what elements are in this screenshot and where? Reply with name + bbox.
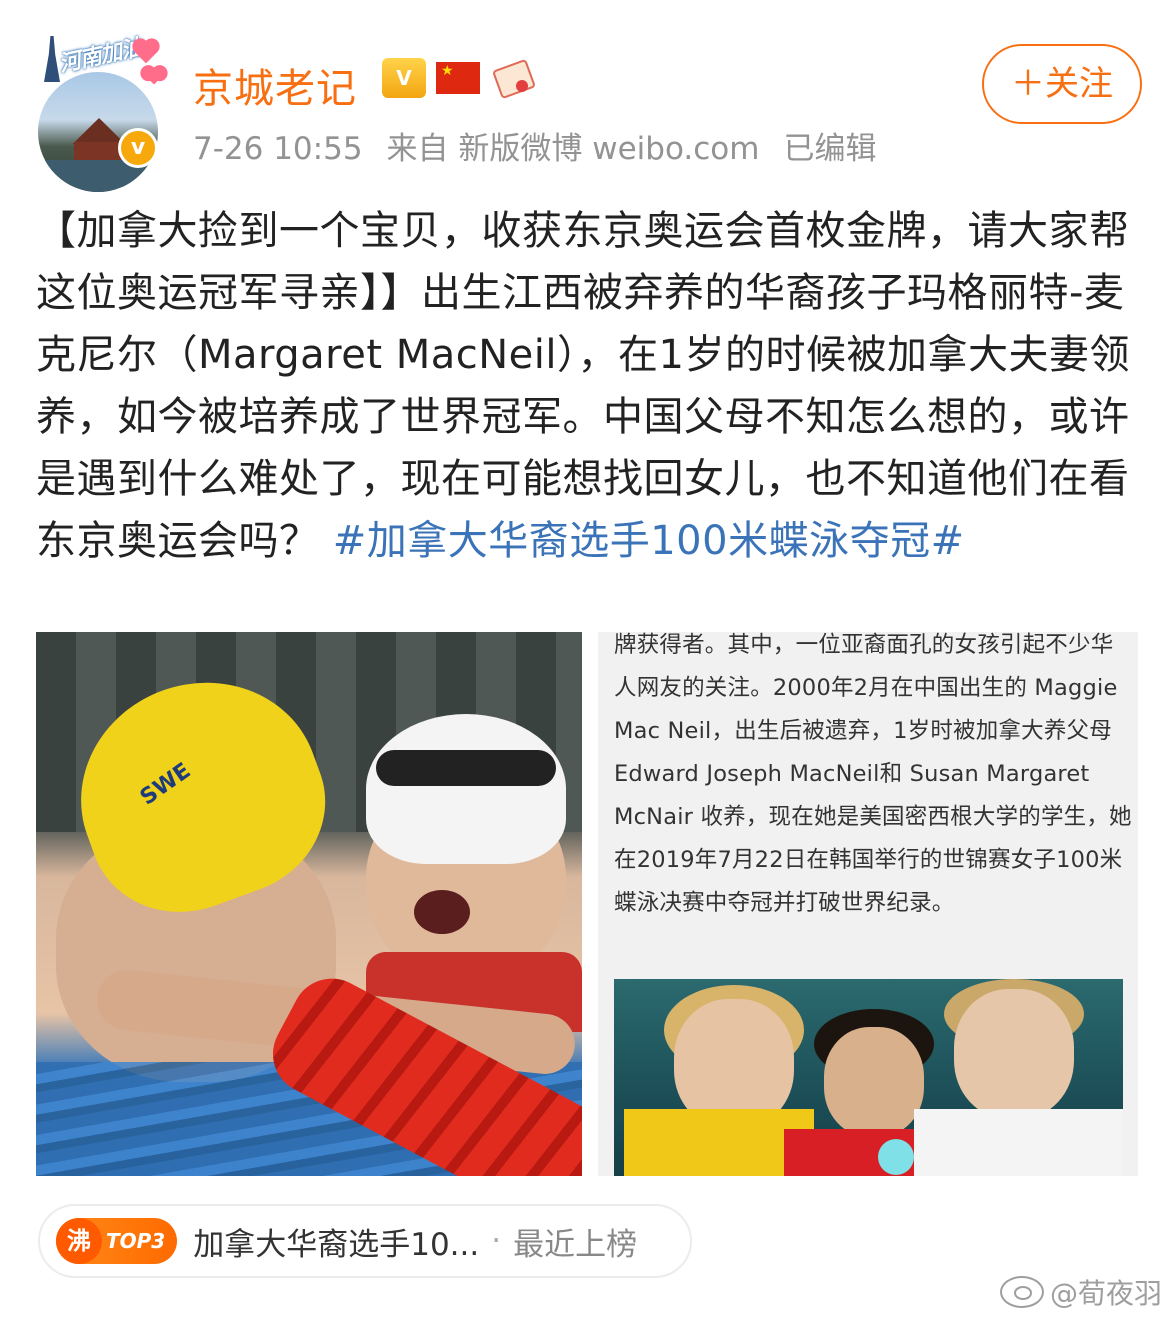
topic-separator: ·: [491, 1223, 502, 1259]
avatar-banner: 河南加油: [38, 35, 163, 86]
username[interactable]: 京城老记: [193, 56, 357, 114]
hot-rank-badge: 沸 TOP3: [56, 1218, 178, 1264]
post-meta: 7-26 10:55 来自 新版微博 weibo.com 已编辑: [193, 123, 900, 168]
topic-status: 最近上榜: [513, 1226, 638, 1263]
watermark-text: @荀夜羽: [1050, 1277, 1163, 1310]
post-text: 【加拿大捡到一个宝贝，收获东京奥运会首枚金牌，请大家帮这位奥运冠军寻亲】】出生江…: [36, 200, 1146, 572]
rank-label: TOP3: [106, 1229, 166, 1253]
verified-icon: v: [118, 128, 158, 168]
heart-icon: [145, 67, 163, 85]
china-flag-icon[interactable]: [436, 62, 480, 94]
boiling-icon: 沸: [56, 1218, 102, 1264]
article-snippet: 牌获得者。其中，一位亚裔面孔的女孩引起不少华人网友的关注。2000年2月在中国出…: [614, 632, 1132, 916]
podium-photo: [614, 979, 1123, 1176]
scroll-badge-icon[interactable]: [490, 58, 534, 98]
crown-badge-icon[interactable]: [382, 58, 426, 98]
user-badges: [382, 56, 534, 100]
avatar-banner-text: 河南加油: [56, 34, 145, 78]
post-image-article[interactable]: 牌获得者。其中，一位亚裔面孔的女孩引起不少华人网友的关注。2000年2月在中国出…: [598, 632, 1138, 1176]
weibo-post: 河南加油 v 京城老记 7-26 10:55 来自 新版微博 weibo.com 已…: [0, 0, 1175, 1320]
weibo-logo-icon: [1000, 1276, 1044, 1308]
post-body: 【加拿大捡到一个宝贝，收获东京奥运会首枚金牌，请大家帮这位奥运冠军寻亲】】出生江…: [36, 208, 1130, 564]
avatar[interactable]: 河南加油 v: [38, 35, 163, 192]
post-source[interactable]: 来自 新版微博 weibo.com: [387, 131, 760, 167]
hot-topic-pill[interactable]: 沸 TOP3 加拿大华裔选手10... · 最近上榜: [38, 1204, 692, 1278]
topic-title: 加拿大华裔选手10...: [193, 1226, 480, 1263]
post-time: 7-26 10:55: [193, 131, 363, 167]
hashtag-link[interactable]: #加拿大华裔选手100米蝶泳夺冠#: [333, 518, 965, 564]
post-image-swimmers[interactable]: SWE: [36, 632, 582, 1176]
follow-button[interactable]: ＋关注: [982, 44, 1142, 124]
edited-label: 已编辑: [783, 131, 877, 167]
watermark: @荀夜羽: [1000, 1272, 1162, 1312]
